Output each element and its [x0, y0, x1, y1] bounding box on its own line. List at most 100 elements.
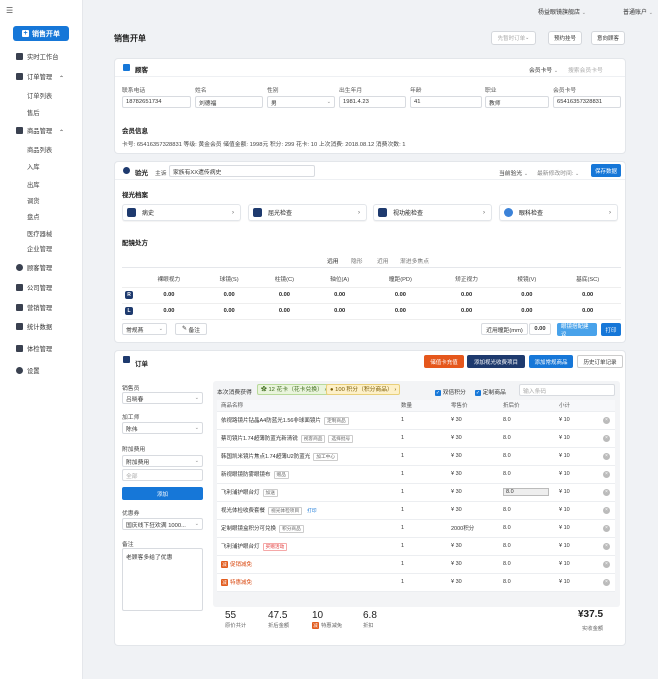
prescription-value-input[interactable]: 0.00 — [433, 287, 500, 304]
order-item-discount-cell[interactable]: 8.0 — [499, 411, 555, 430]
order-item-action-tag[interactable]: 选择批号 — [328, 434, 354, 443]
sidebar-item[interactable]: 统计数据 — [0, 320, 83, 333]
extra-fee-select[interactable]: 附加费用 ⌄ — [122, 455, 203, 467]
member-search-input[interactable]: 搜索会员卡号 — [568, 65, 603, 74]
customer-field-input[interactable]: 41 — [410, 96, 482, 108]
sidebar-item[interactable]: 营销管理 — [0, 301, 83, 314]
customer-field-input[interactable]: 65416357328831 — [553, 96, 621, 108]
prescription-value-input[interactable]: 0.00 — [499, 303, 555, 320]
exam-card[interactable]: 眼科检查 › — [499, 204, 618, 221]
sidebar-item[interactable]: 订单管理 ⌃ — [0, 70, 83, 83]
delete-icon[interactable]: × — [603, 578, 610, 586]
prescription-value-input[interactable]: 0.00 — [201, 303, 257, 320]
search-type-select[interactable]: 会员卡号 ⌄ — [529, 65, 558, 74]
sidebar-item[interactable]: 商品列表 — [0, 143, 83, 156]
sidebar-item[interactable]: 出库 — [0, 178, 83, 191]
prescription-value-input[interactable]: 0.00 — [201, 287, 257, 304]
delete-icon[interactable]: × — [603, 470, 610, 478]
prescription-value-input[interactable]: 0.00 — [367, 287, 434, 304]
barcode-input[interactable]: 输入条码 — [519, 384, 615, 396]
order-item-discount-cell[interactable]: 8.0 — [499, 519, 555, 538]
add-extra-fee-button[interactable]: 添加 — [122, 487, 203, 500]
order-item-discount-input[interactable]: 8.0 — [503, 561, 511, 567]
earn-flower-card-badge[interactable]: ✿ 12 花卡（花卡兑换） › — [257, 384, 331, 395]
coupon-select[interactable]: 国庆线下狂欢满 1000... ⌄ — [122, 518, 203, 530]
sidebar-item[interactable]: 医疗器械 — [0, 227, 83, 240]
order-history-button[interactable]: 历史订单记录 — [577, 355, 623, 368]
sidebar-item[interactable]: 设置 — [0, 364, 83, 377]
sidebar-item[interactable]: 顾客管理 — [0, 261, 83, 274]
sidebar-item[interactable]: 实时工作台 — [0, 50, 83, 63]
order-item-discount-cell[interactable]: 8.0 — [499, 537, 555, 556]
prescription-tab[interactable]: 渐进多焦点 — [400, 256, 429, 265]
glasses-suggest-button[interactable]: 眼镜搭配建议 — [557, 323, 597, 338]
delete-icon[interactable]: × — [603, 542, 610, 550]
order-item-discount-input[interactable]: 8.0 — [503, 579, 511, 585]
pd-input[interactable]: 0.00 — [529, 323, 551, 335]
prescription-value-input[interactable]: 0.00 — [554, 287, 621, 304]
processor-select[interactable]: 陈伟 ⌄ — [122, 422, 203, 434]
prescription-value-input[interactable]: 0.00 — [312, 303, 368, 320]
recharge-button[interactable]: 储值卡充值 — [424, 355, 464, 368]
order-item-qty-input[interactable]: 1 — [397, 519, 447, 538]
prescription-value-input[interactable]: 0.00 — [554, 303, 621, 320]
customer-field-input[interactable]: 刘德福 — [195, 96, 263, 108]
customer-field-input[interactable]: 教师 — [485, 96, 549, 108]
exam-card[interactable]: 视功能检查 › — [373, 204, 492, 221]
order-item-discount-cell[interactable]: 8.0 — [499, 483, 555, 502]
order-item-discount-cell[interactable]: 8.0 — [499, 555, 555, 574]
order-item-discount-input[interactable]: 8.0 — [503, 543, 511, 549]
appointment-button[interactable]: 预约挂号 — [548, 31, 582, 45]
order-item-qty-input[interactable]: 1 — [397, 555, 447, 574]
order-item-discount-cell[interactable]: 8.0 — [499, 573, 555, 592]
double-points-checkbox[interactable]: ✓ 双倍积分 — [435, 387, 466, 396]
pending-order-button[interactable]: 先暂时订单 ⌄ — [491, 31, 536, 45]
intent-customer-button[interactable]: 意向顾客 — [591, 31, 625, 45]
sidebar-item[interactable]: 调货 — [0, 194, 83, 207]
order-item-qty-input[interactable]: 1 — [397, 429, 447, 448]
prescription-tab[interactable]: 隐形 — [351, 256, 363, 265]
prescription-value-input[interactable]: 0.00 — [433, 303, 500, 320]
sidebar-item[interactable]: 订单列表 — [0, 89, 83, 102]
order-item-qty-input[interactable]: 1 — [397, 447, 447, 466]
custom-goods-checkbox[interactable]: ✓ 定制商品 — [475, 387, 506, 396]
earn-points-badge[interactable]: ● 100 积分（积分商品） › — [326, 384, 401, 395]
order-item-discount-input[interactable]: 8.0 — [503, 471, 511, 477]
sidebar-item[interactable]: 体检管理 — [0, 342, 83, 355]
note-textarea[interactable]: 老顾客多给了优惠 — [122, 548, 203, 611]
salesperson-select[interactable]: 吕晓春 ⌄ — [122, 392, 203, 404]
customer-field-input[interactable]: 1981.4.23 — [339, 96, 406, 108]
delete-icon[interactable]: × — [603, 452, 610, 460]
prescription-value-input[interactable]: 0.00 — [136, 287, 202, 304]
sidebar-item[interactable]: 商品管理 ⌃ — [0, 124, 83, 137]
sale-order-button[interactable]: + 销售开单 — [13, 26, 69, 41]
order-item-qty-input[interactable]: 1 — [397, 411, 447, 430]
prescription-value-input[interactable]: 0.00 — [256, 303, 313, 320]
remark-button[interactable]: ✎ 备注 — [175, 323, 207, 335]
print-button[interactable]: 打印 — [601, 323, 621, 336]
order-item-discount-input[interactable]: 8.0 — [503, 453, 511, 459]
complaint-input[interactable]: 家族有XX遗传病史 — [169, 165, 315, 177]
delete-icon[interactable]: × — [603, 560, 610, 568]
order-item-discount-cell[interactable]: 8.0 — [499, 465, 555, 484]
prescription-value-input[interactable]: 0.00 — [136, 303, 202, 320]
delete-icon[interactable]: × — [603, 434, 610, 442]
order-item-action-tag[interactable]: 打印 — [305, 508, 318, 514]
order-item-qty-input[interactable]: 1 — [397, 465, 447, 484]
sidebar-item[interactable]: 企业管理 — [0, 242, 83, 255]
order-item-qty-input[interactable]: 1 — [397, 537, 447, 556]
order-item-discount-input[interactable]: 8.0 — [503, 488, 549, 496]
sidebar-item[interactable]: 盘点 — [0, 210, 83, 223]
order-item-qty-input[interactable]: 1 — [397, 573, 447, 592]
exam-card[interactable]: 病史 › — [122, 204, 241, 221]
delete-icon[interactable]: × — [603, 488, 610, 496]
add-vision-item-button[interactable]: 添加视光收费项目 — [467, 355, 525, 368]
prescription-value-input[interactable]: 0.00 — [312, 287, 368, 304]
order-item-discount-input[interactable]: 8.0 — [503, 417, 511, 423]
prescription-value-input[interactable]: 0.00 — [256, 287, 313, 304]
prescription-value-input[interactable]: 0.00 — [499, 287, 555, 304]
delete-icon[interactable]: × — [603, 506, 610, 514]
order-item-discount-cell[interactable]: 8.0 — [499, 501, 555, 520]
customer-field-input[interactable]: 18782651734 — [122, 96, 191, 108]
customer-field-input[interactable]: 男 ⌄ — [267, 96, 335, 108]
